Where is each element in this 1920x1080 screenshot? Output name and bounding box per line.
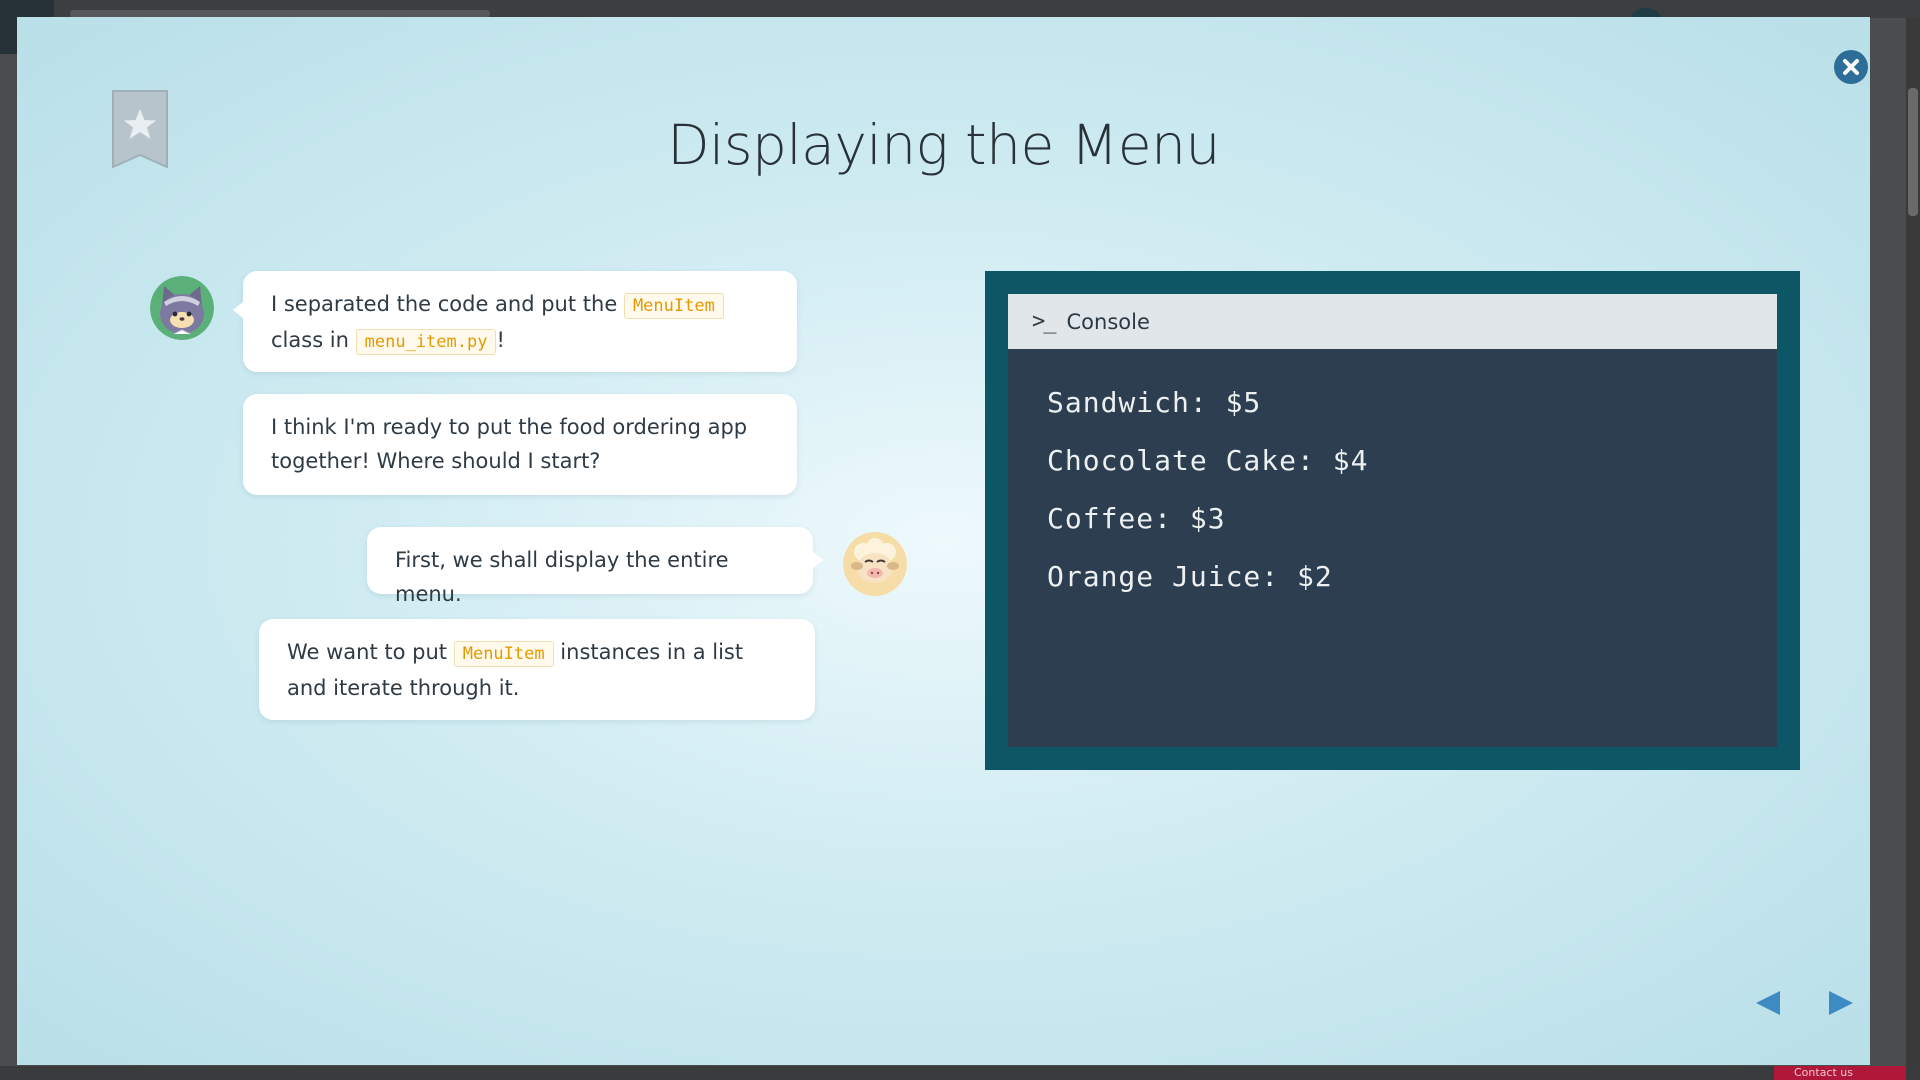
terminal-prompt-icon: >_ [1032,309,1056,334]
page-scrollbar[interactable] [1906,18,1920,1080]
contact-us-button[interactable]: Contact us [1774,1066,1906,1080]
lesson-title: Displaying the Menu [667,113,1220,177]
chat-message-1: I separated the code and put the MenuIte… [233,271,797,372]
chat-message-text: class in [271,328,349,352]
sheep-character-icon [843,532,907,596]
chat-message-text: ! [496,328,505,352]
next-slide-button[interactable] [1819,983,1859,1023]
cat-character-icon [150,276,214,340]
cat-avatar [150,276,214,340]
console-output-line: Chocolate Cake: $4 [1047,444,1369,477]
chat-message-3: First, we shall display the entire menu. [367,527,823,606]
chat-message-4: We want to put MenuItem instances in a l… [259,619,815,720]
close-button[interactable] [1834,50,1868,84]
console-title: Console [1066,309,1150,334]
chat-message-2: I think I'm ready to put the food orderi… [243,394,797,495]
triangle-left-icon [1756,991,1780,1015]
triangle-right-icon [1829,991,1853,1015]
console-panel: >_ Console Sandwich: $5 Chocolate Cake: … [985,271,1800,770]
console-output-line: Sandwich: $5 [1047,386,1262,419]
page-scrollbar-thumb[interactable] [1908,88,1918,216]
sheep-avatar [843,532,907,596]
inline-code: MenuItem [623,293,724,319]
console-output-line: Coffee: $3 [1047,502,1226,535]
chat-message-text: We want to put [287,640,448,664]
close-icon [1843,59,1859,75]
inline-code: MenuItem [453,641,554,667]
lesson-modal: Displaying the Menu I separated the code… [17,17,1870,1065]
inline-code: menu_item.py [355,329,497,355]
previous-slide-button[interactable] [1750,983,1790,1023]
console-output-line: Orange Juice: $2 [1047,560,1333,593]
background-bottom-bar [0,1066,1920,1080]
console-header: >_ Console [1008,294,1777,349]
chat-message-text: I think I'm ready to put the food orderi… [271,415,748,473]
console-output: Sandwich: $5 Chocolate Cake: $4 Coffee: … [1008,349,1777,747]
chat-message-text: First, we shall display the entire menu. [395,548,729,606]
chat-message-text: I separated the code and put the [271,292,618,316]
